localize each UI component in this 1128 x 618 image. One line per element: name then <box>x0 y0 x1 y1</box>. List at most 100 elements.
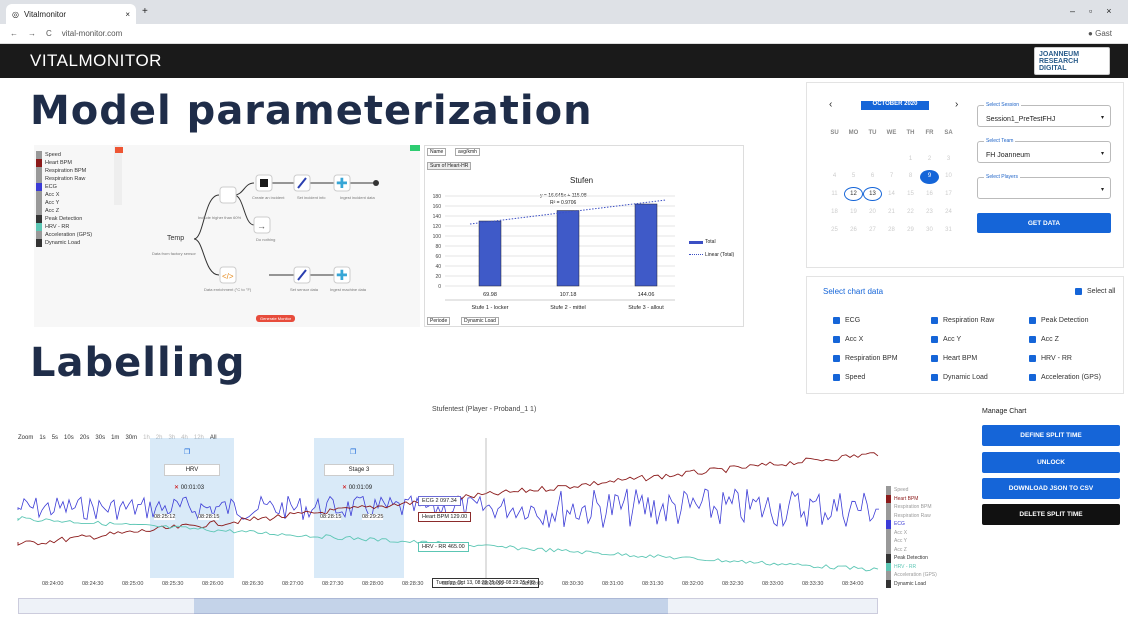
define-split-time-button[interactable]: DEFINE SPLIT TIME <box>982 425 1120 446</box>
stufen-ytick: 80 <box>435 244 441 250</box>
calendar-day[interactable]: 30 <box>920 224 939 238</box>
checkbox-hrv-rr[interactable]: HRV - RR <box>1029 355 1072 362</box>
legend-item-1[interactable]: Heart BPM <box>36 159 92 167</box>
legend-item-11[interactable]: Dynamic Load <box>36 239 92 247</box>
stufen-bar[interactable] <box>634 203 658 287</box>
navigator-window[interactable] <box>194 598 668 614</box>
profile-label: Gast <box>1095 29 1112 38</box>
stufen-bar[interactable] <box>556 210 580 287</box>
stufen-category-label: Stufe 1 - locker <box>472 305 509 311</box>
calendar-day[interactable]: 12 <box>844 187 863 201</box>
legend-linear: Linear (Total) <box>705 252 735 258</box>
legend-item-3[interactable]: Respiration Raw <box>36 175 92 183</box>
stock-legend-item-8[interactable]: Peak Detection <box>886 554 937 563</box>
checkbox-icon <box>931 374 938 381</box>
checkbox-label: ECG <box>845 317 861 324</box>
legend-item-8[interactable]: Peak Detection <box>36 215 92 223</box>
stock-legend-item-5[interactable]: Acc X <box>886 528 937 537</box>
reload-icon[interactable]: C <box>46 29 52 38</box>
stock-legend-item-3[interactable]: Respiration Raw <box>886 511 937 520</box>
checkbox-ecg[interactable]: ECG <box>833 317 860 324</box>
calendar-day[interactable] <box>825 146 844 160</box>
checkbox-label: Acceleration (GPS) <box>1041 374 1101 381</box>
calendar-week-0: 123 <box>825 146 965 164</box>
stock-legend-item-4[interactable]: ECG <box>886 520 937 529</box>
window-controls[interactable]: –▫× <box>1070 6 1125 16</box>
checkbox-peak-detection[interactable]: Peak Detection <box>1029 317 1088 324</box>
calendar-day[interactable]: 31 <box>939 224 958 238</box>
legend-total-swatch <box>689 241 703 244</box>
url-field[interactable]: vital-monitor.com <box>62 29 122 38</box>
checkbox-heart-bpm[interactable]: Heart BPM <box>931 355 977 362</box>
session-value: Session1_PreTestFHJ <box>986 116 1056 123</box>
stufen-bar[interactable] <box>478 220 502 287</box>
stock-legend-item-9[interactable]: HRV - RR <box>886 562 937 571</box>
checkbox-speed[interactable]: Speed <box>833 374 865 381</box>
stock-legend-item-2[interactable]: Respiration BPM <box>886 503 937 512</box>
stock-legend-item-1[interactable]: Heart BPM <box>886 494 937 503</box>
delete-split-time-button[interactable]: DELETE SPLIT TIME <box>982 504 1120 525</box>
browser-tab-bar: ◎ Vitalmonitor × + –▫× <box>0 0 1128 24</box>
stock-legend-item-11[interactable]: Dynamic Load <box>886 579 937 588</box>
legend-item-6[interactable]: Acc Y <box>36 199 92 207</box>
session-select[interactable]: Select Session Session1_PreTestFHJ ▾ <box>977 102 1111 127</box>
weekday-0: SU <box>830 130 839 136</box>
legend-item-7[interactable]: Acc Z <box>36 207 92 215</box>
checkbox-acceleration-gps-[interactable]: Acceleration (GPS) <box>1029 374 1101 381</box>
calendar-prev-icon[interactable]: ‹ <box>829 99 832 110</box>
time-tick: 08:30:00 <box>522 581 544 587</box>
time-tick: 08:34:00 <box>842 581 864 587</box>
legend-item-4[interactable]: ECG <box>36 183 92 191</box>
checkbox-respiration-raw[interactable]: Respiration Raw <box>931 317 994 324</box>
legend-item-9[interactable]: HRV - RR <box>36 223 92 231</box>
calendar-day[interactable]: 26 <box>844 224 863 238</box>
profile-button[interactable]: ● Gast <box>1088 29 1112 38</box>
get-data-button[interactable]: GET DATA <box>977 213 1111 233</box>
legend-item-5[interactable]: Acc X <box>36 191 92 199</box>
calendar-day[interactable]: 28 <box>882 224 901 238</box>
forward-icon[interactable]: → <box>28 29 36 38</box>
players-select[interactable]: Select Players ▾ <box>977 174 1111 199</box>
checkbox-acc-y[interactable]: Acc Y <box>931 336 961 343</box>
calendar-day[interactable] <box>882 146 901 160</box>
flow-toolbar-icon[interactable] <box>115 147 123 153</box>
filter-periode[interactable]: Periode <box>427 317 451 325</box>
checkbox-dynamic-load[interactable]: Dynamic Load <box>931 374 988 381</box>
calendar-day[interactable] <box>844 146 863 160</box>
legend-item-2[interactable]: Respiration BPM <box>36 167 92 175</box>
stock-legend-item-0[interactable]: Speed <box>886 486 937 495</box>
stock-legend-item-6[interactable]: Acc Y <box>886 537 937 546</box>
stufen-bar-chart: 0 20 40 60 80 100 120 140 160 180 69.98 Stufe 1 - l… <box>433 194 675 311</box>
calendar-day[interactable]: 29 <box>901 224 920 238</box>
calendar-next-icon[interactable]: › <box>955 99 958 110</box>
hrv-tooltip: HRV - RR 465.00 <box>418 542 469 552</box>
ecg-tooltip: ECG 2 097.34 <box>418 496 461 506</box>
new-tab-icon[interactable]: + <box>142 6 148 17</box>
unlock-button[interactable]: UNLOCK <box>982 452 1120 473</box>
browser-tab[interactable]: ◎ Vitalmonitor × <box>6 4 136 24</box>
stock-legend-item-7[interactable]: Acc Z <box>886 545 937 554</box>
generate-monitor-button[interactable]: Generate Monitor <box>256 315 296 322</box>
download-json-button[interactable]: DOWNLOAD JSON TO CSV <box>982 478 1120 499</box>
decision-node[interactable] <box>219 186 237 204</box>
legend-item-10[interactable]: Acceleration (GPS) <box>36 231 92 239</box>
filter-dynamic-load[interactable]: Dynamic Load <box>461 317 499 325</box>
checkbox-acc-x[interactable]: Acc X <box>833 336 863 343</box>
stock-legend-item-10[interactable]: Acceleration (GPS) <box>886 571 937 580</box>
back-icon[interactable]: ← <box>10 29 18 38</box>
calendar-day[interactable]: 25 <box>825 224 844 238</box>
calendar-day[interactable]: 27 <box>863 224 882 238</box>
checkbox-acc-z[interactable]: Acc Z <box>1029 336 1059 343</box>
close-tab-icon[interactable]: × <box>125 10 130 19</box>
flow-label: Do nothing <box>256 237 276 242</box>
checkbox-icon <box>931 336 938 343</box>
checkbox-icon <box>833 336 840 343</box>
legend-item-0[interactable]: Speed <box>36 151 92 159</box>
flow-label: Ingest machine data <box>330 287 367 292</box>
calendar-month[interactable]: OCTOBER 2020 <box>861 101 929 110</box>
calendar-day[interactable]: 13 <box>863 187 882 201</box>
calendar-day[interactable] <box>863 146 882 160</box>
checkbox-respiration-bpm[interactable]: Respiration BPM <box>833 355 898 362</box>
team-select[interactable]: Select Team FH Joanneum ▾ <box>977 138 1111 163</box>
select-all-checkbox[interactable]: Select all <box>1075 288 1115 295</box>
